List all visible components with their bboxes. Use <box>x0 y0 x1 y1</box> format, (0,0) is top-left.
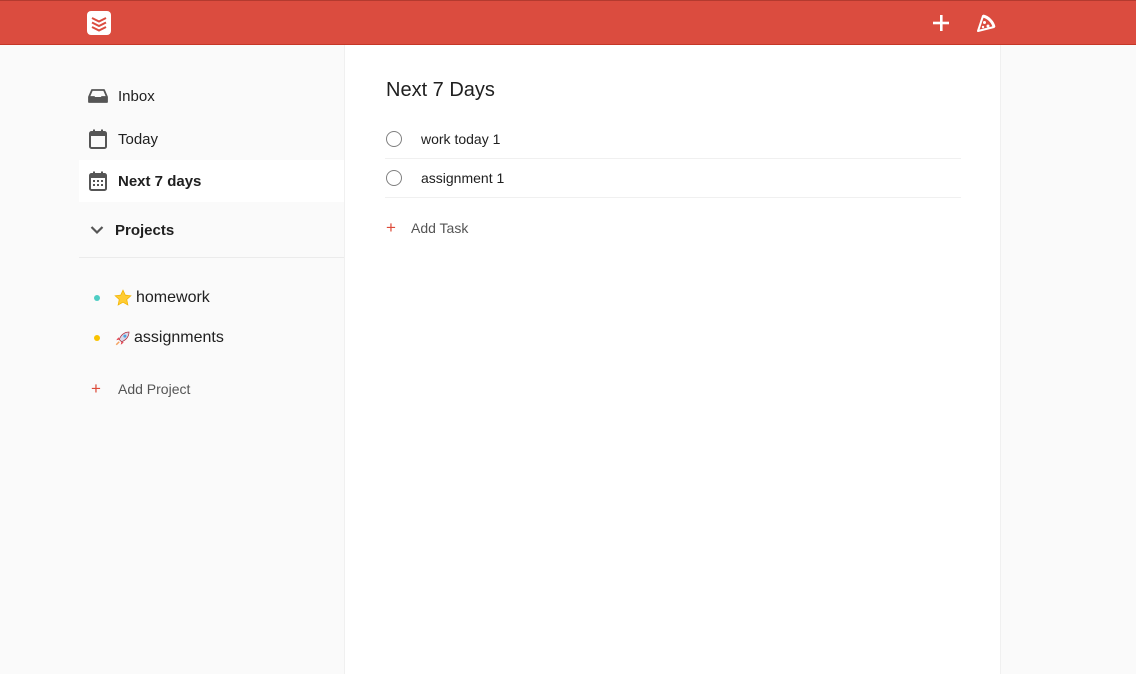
project-color-dot <box>94 295 100 301</box>
page-title: Next 7 Days <box>386 79 495 101</box>
plus-icon: + <box>91 379 101 398</box>
project-item-assignments[interactable]: assignments <box>79 321 344 355</box>
sidebar-item-label: Today <box>118 130 159 148</box>
sidebar-item-inbox[interactable]: Inbox <box>79 75 344 117</box>
sidebar-item-label: Inbox <box>118 87 155 105</box>
todoist-logo-icon[interactable] <box>87 11 111 35</box>
chevron-down-icon <box>89 222 105 238</box>
plus-icon[interactable] <box>928 10 954 36</box>
project-name: assignments <box>134 329 224 346</box>
add-project-button[interactable]: + Add Project <box>79 374 344 404</box>
divider <box>79 257 344 258</box>
main-content: Next 7 Days work today 1 assignment 1 + … <box>344 45 1001 674</box>
project-item-homework[interactable]: homework <box>79 281 344 315</box>
projects-toggle[interactable]: Projects <box>79 209 344 251</box>
add-task-button[interactable]: + Add Task <box>385 213 468 243</box>
plus-icon: + <box>386 218 396 237</box>
sidebar-item-today[interactable]: Today <box>79 118 344 160</box>
project-color-dot <box>94 335 100 341</box>
sidebar: Inbox Today Next 7 days Projects homewor… <box>0 45 344 674</box>
projects-label: Projects <box>115 221 175 239</box>
task-item[interactable]: work today 1 <box>385 120 961 159</box>
inbox-icon <box>88 86 108 106</box>
task-checkbox[interactable] <box>386 170 402 186</box>
task-text[interactable]: work today 1 <box>421 131 500 147</box>
right-background <box>1001 45 1136 674</box>
task-item[interactable]: assignment 1 <box>385 159 961 198</box>
add-task-label: Add Task <box>411 220 469 236</box>
project-name: homework <box>136 289 210 306</box>
sidebar-item-next-7-days[interactable]: Next 7 days <box>79 160 344 202</box>
add-project-label: Add Project <box>118 381 191 397</box>
rocket-icon <box>114 329 132 347</box>
star-icon <box>114 289 132 307</box>
calendar-icon <box>88 129 108 149</box>
sidebar-item-label: Next 7 days <box>118 172 202 190</box>
calendar-week-icon <box>88 171 108 191</box>
pizza-icon[interactable] <box>973 10 999 36</box>
top-bar <box>0 0 1136 45</box>
task-text[interactable]: assignment 1 <box>421 170 504 186</box>
task-checkbox[interactable] <box>386 131 402 147</box>
